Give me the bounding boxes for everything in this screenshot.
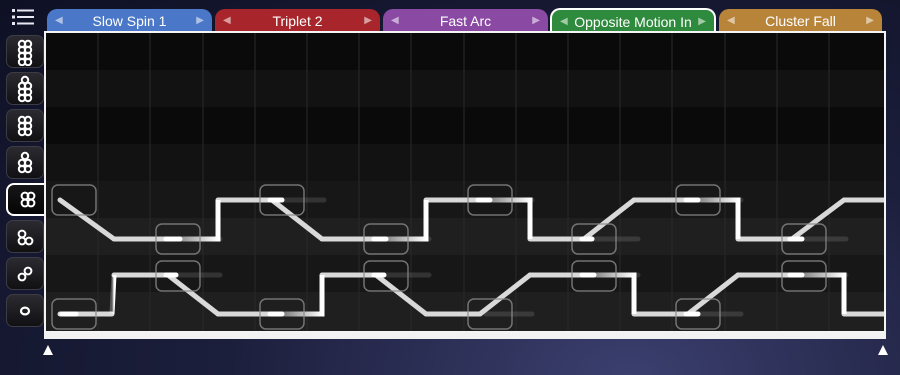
ball-stack-4-icon: [20, 191, 36, 207]
ball-stack-5-icon: [17, 151, 33, 173]
tab-label: Slow Spin 1: [92, 12, 167, 29]
tab-label: Triplet 2: [272, 12, 323, 29]
tab-left-arrow-icon[interactable]: ◀: [727, 15, 735, 26]
sidebar-button-3[interactable]: [6, 220, 44, 253]
ball-stack-1-icon: [19, 306, 31, 316]
tab-left-arrow-icon[interactable]: ◀: [223, 15, 231, 26]
tab-label: Fast Arc: [439, 12, 492, 29]
tab-label: Cluster Fall: [765, 12, 836, 29]
loop-end-marker[interactable]: [878, 345, 888, 355]
pattern-canvas: [46, 33, 884, 331]
hamburger-menu-icon: [12, 9, 34, 25]
sidebar-button-6[interactable]: [6, 109, 44, 142]
tab-right-arrow-icon[interactable]: ▶: [196, 15, 204, 26]
tab-right-arrow-icon[interactable]: ▶: [364, 15, 372, 26]
tab-fast-arc[interactable]: ◀ Fast Arc ▶: [383, 9, 548, 32]
ball-stack-6-icon: [17, 115, 33, 136]
sidebar-button-4[interactable]: [6, 183, 48, 216]
tab-cluster-fall[interactable]: ◀ Cluster Fall ▶: [719, 9, 882, 32]
sidebar-button-7[interactable]: [6, 72, 44, 105]
sidebar-button-5[interactable]: [6, 146, 44, 179]
row-bands: [46, 33, 884, 331]
timeline-bar[interactable]: [44, 333, 886, 339]
tab-label: Opposite Motion In: [574, 13, 692, 30]
tab-left-arrow-icon[interactable]: ◀: [560, 16, 568, 27]
pattern-grid[interactable]: [44, 31, 886, 333]
tab-triplet-2[interactable]: ◀ Triplet 2 ▶: [215, 9, 380, 32]
sidebar-button-8[interactable]: [6, 35, 44, 68]
ball-stack-3-icon: [17, 229, 34, 245]
tab-slow-spin-1[interactable]: ◀ Slow Spin 1 ▶: [47, 9, 212, 32]
ball-stack-8-icon: [17, 39, 33, 66]
tab-left-arrow-icon[interactable]: ◀: [391, 15, 399, 26]
ball-stack-7-icon: [17, 75, 33, 102]
ball-stack-2-icon: [17, 266, 33, 281]
tab-right-arrow-icon[interactable]: ▶: [698, 16, 706, 27]
sidebar-button-2[interactable]: [6, 257, 44, 290]
loop-start-marker[interactable]: [43, 345, 53, 355]
tab-opposite-motion-in[interactable]: ◀ Opposite Motion In ▶: [550, 8, 716, 33]
sidebar-button-1[interactable]: [6, 294, 44, 327]
menu-button[interactable]: [10, 6, 36, 28]
tab-right-arrow-icon[interactable]: ▶: [866, 15, 874, 26]
tab-left-arrow-icon[interactable]: ◀: [55, 15, 63, 26]
tab-right-arrow-icon[interactable]: ▶: [532, 15, 540, 26]
